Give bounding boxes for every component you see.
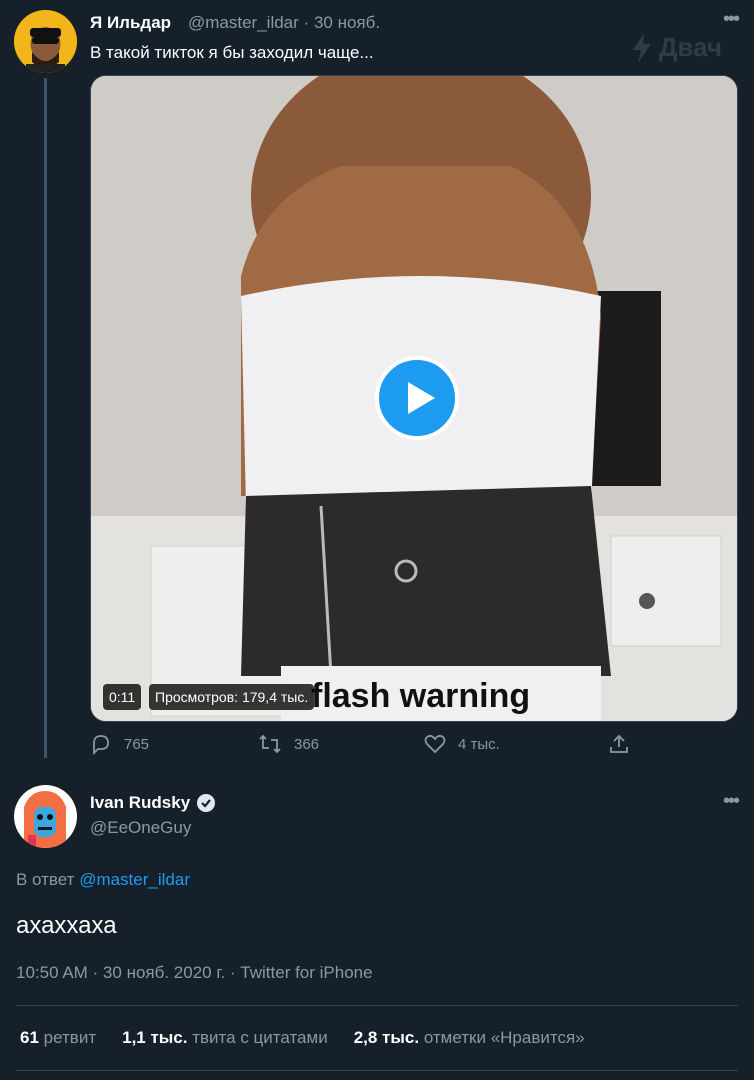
tweet-meta: @master_ildar · 30 нояб. (188, 13, 380, 33)
divider (16, 1070, 738, 1071)
verified-badge-icon (197, 794, 216, 812)
quotes-stat[interactable]: 1,1 тыс. твита с цитатами (122, 1028, 328, 1048)
retweet-count: 366 (294, 735, 320, 753)
thread-line (44, 78, 47, 758)
tweet-stats: 61 ретвит 1,1 тыс. твита с цитатами 2,8 … (20, 1028, 585, 1048)
reply-context: В ответ @master_ildar (16, 870, 190, 890)
lightning-icon (632, 32, 651, 63)
likes-stat[interactable]: 2,8 тыс. отметки «Нравится» (354, 1028, 585, 1048)
more-options-icon[interactable]: ••• (723, 790, 740, 813)
author-handle[interactable]: @master_ildar (188, 13, 299, 32)
tweet-text: ахаххаха (16, 912, 117, 939)
video-player[interactable]: flash warning 0:11 Просмотров: 179,4 тыс… (90, 75, 738, 722)
author-name-text[interactable]: Ivan Rudsky (90, 793, 190, 813)
video-views: Просмотров: 179,4 тыс. (149, 684, 315, 710)
video-duration: 0:11 (103, 684, 142, 710)
more-options-icon[interactable]: ••• (723, 8, 740, 31)
retweet-icon (259, 734, 281, 754)
avatar[interactable] (14, 10, 77, 73)
play-icon (408, 382, 435, 414)
author-handle[interactable]: @EeOneGuy (90, 818, 191, 838)
divider (16, 1005, 738, 1006)
reply-count: 765 (124, 735, 150, 753)
avatar-cartoon-icon (14, 785, 77, 848)
tweet-date[interactable]: 30 нояб. (314, 13, 380, 32)
tweet-text: В такой тикток я бы заходил чаще... (90, 43, 374, 62)
retweets-stat[interactable]: 61 ретвит (20, 1028, 96, 1048)
retweet-button[interactable]: 366 (258, 733, 319, 755)
tweet-timestamp[interactable]: 10:50 AM · 30 нояб. 2020 г. · Twitter fo… (16, 963, 373, 983)
reply-prefix: В ответ (16, 870, 75, 889)
flash-warning-overlay: flash warning (281, 666, 601, 721)
tweet-actions: 765 366 4 тыс. (90, 733, 738, 763)
avatar-person-icon (14, 10, 77, 73)
share-icon (610, 734, 628, 753)
heart-icon (424, 734, 446, 754)
author-name[interactable]: Я Ильдар (90, 13, 171, 33)
reply-to-link[interactable]: @master_ildar (79, 870, 190, 889)
meta-separator: · (303, 13, 310, 32)
like-count: 4 тыс. (458, 735, 500, 753)
watermark-text: Двач (658, 32, 722, 62)
reply-icon (93, 735, 109, 755)
like-button[interactable]: 4 тыс. (424, 733, 500, 755)
share-button[interactable] (608, 733, 630, 755)
author-name: Ivan Rudsky (90, 793, 216, 813)
reply-button[interactable]: 765 (90, 733, 149, 755)
watermark: Двач (631, 32, 722, 63)
avatar[interactable] (14, 785, 77, 848)
play-button[interactable] (375, 356, 459, 440)
